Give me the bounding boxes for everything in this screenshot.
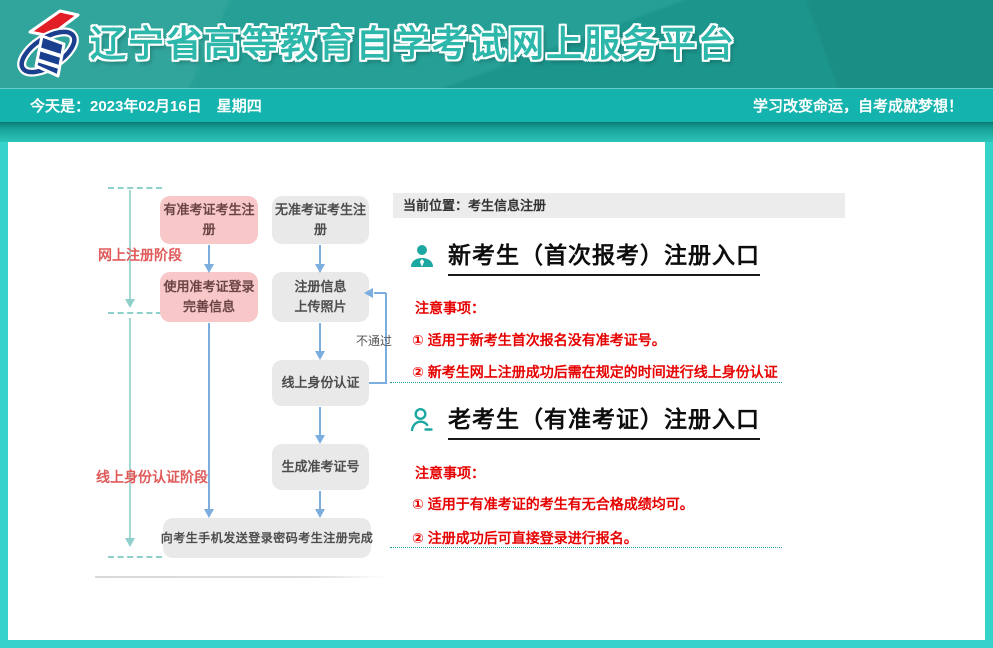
- current-date-text: 今天是：2023年02月16日 星期四: [30, 95, 262, 116]
- header-shadow-band: [0, 122, 993, 142]
- notice-label-1: 注意事项：: [415, 298, 485, 318]
- zikao-logo-icon: [12, 6, 86, 84]
- flow-node-register-without-ticket: 无准考证考生注 册: [272, 196, 369, 244]
- stage-label-online-registration: 网上注册阶段: [98, 245, 182, 265]
- timeline-dash-middle: [108, 312, 162, 314]
- page: 辽宁省高等教育自学考试网上服务平台 今天是：2023年02月16日 星期四 学习…: [0, 0, 993, 648]
- site-title: 辽宁省高等教育自学考试网上服务平台: [90, 0, 736, 88]
- notice-label-2: 注意事项：: [415, 463, 485, 483]
- flow-node-online-identity-verify: 线上身份认证: [272, 360, 369, 406]
- date-bar: 今天是：2023年02月16日 星期四 学习改变命运，自考成就梦想！: [0, 88, 993, 122]
- old-examinee-entry-link[interactable]: 老考生（有准考证）注册入口: [408, 400, 760, 440]
- site-header: 辽宁省高等教育自学考试网上服务平台: [0, 0, 993, 88]
- timeline-dash-bottom: [108, 556, 162, 558]
- arrow-n4-n5: [319, 323, 321, 351]
- section-divider-1: [390, 382, 782, 383]
- flow-node-login-complete-info: 使用准考证登录 完善信息: [160, 272, 258, 322]
- arrow-n6-n7: [319, 491, 321, 509]
- feedback-arrowhead-icon: [364, 288, 373, 298]
- old-examinee-entry-title[interactable]: 老考生（有准考证）注册入口: [448, 400, 760, 440]
- timeline-stage2-line: [129, 318, 131, 538]
- flow-node-register-with-ticket: 有准考证考生注 册: [160, 196, 258, 244]
- flow-node-generate-ticket-number: 生成准考证号: [272, 444, 369, 490]
- flow-node-upload-photo: 注册信息 上传照片: [272, 272, 369, 322]
- timeline-dash-top: [108, 187, 162, 189]
- feedback-edge-label: 不通过: [356, 332, 392, 349]
- stage-label-identity-verification: 线上身份认证阶段: [96, 467, 208, 487]
- new-examinee-entry-link[interactable]: 新考生（首次报考）注册入口: [408, 236, 760, 276]
- flowchart-bottom-divider: [95, 576, 385, 578]
- breadcrumb: 当前位置：考生信息注册: [393, 193, 845, 218]
- notice-item-2-1: ① 适用于有准考证的考生有无合格成绩均可。: [412, 494, 694, 514]
- flow-node-registration-complete: 向考生手机发送登录密码考生注册完成: [163, 518, 371, 558]
- arrow-n2-n4: [319, 245, 321, 264]
- notice-item-1-1: ① 适用于新考生首次报名没有准考证号。: [412, 330, 666, 350]
- notice-item-2-2: ② 注册成功后可直接登录进行报名。: [412, 528, 638, 548]
- arrow-n1-n3: [208, 245, 210, 264]
- old-examinee-person-icon: [408, 406, 436, 434]
- slogan-text: 学习改变命运，自考成就梦想！: [753, 95, 963, 116]
- feedback-line-top: [374, 292, 386, 294]
- content-panel: 网上注册阶段 线上身份认证阶段 有准考证考生注 册 无准考证考生注 册 使用准考…: [8, 142, 985, 640]
- section-divider-2: [390, 547, 782, 548]
- new-examinee-entry-title[interactable]: 新考生（首次报考）注册入口: [448, 236, 760, 276]
- site-logo[interactable]: [12, 6, 86, 84]
- arrow-n5-n6: [319, 407, 321, 435]
- arrow-n3-n7: [208, 323, 210, 509]
- notice-item-1-2: ② 新考生网上注册成功后需在规定的时间进行线上身份认证: [412, 362, 778, 382]
- feedback-line-bottom: [369, 382, 386, 384]
- new-examinee-person-icon: [408, 242, 436, 270]
